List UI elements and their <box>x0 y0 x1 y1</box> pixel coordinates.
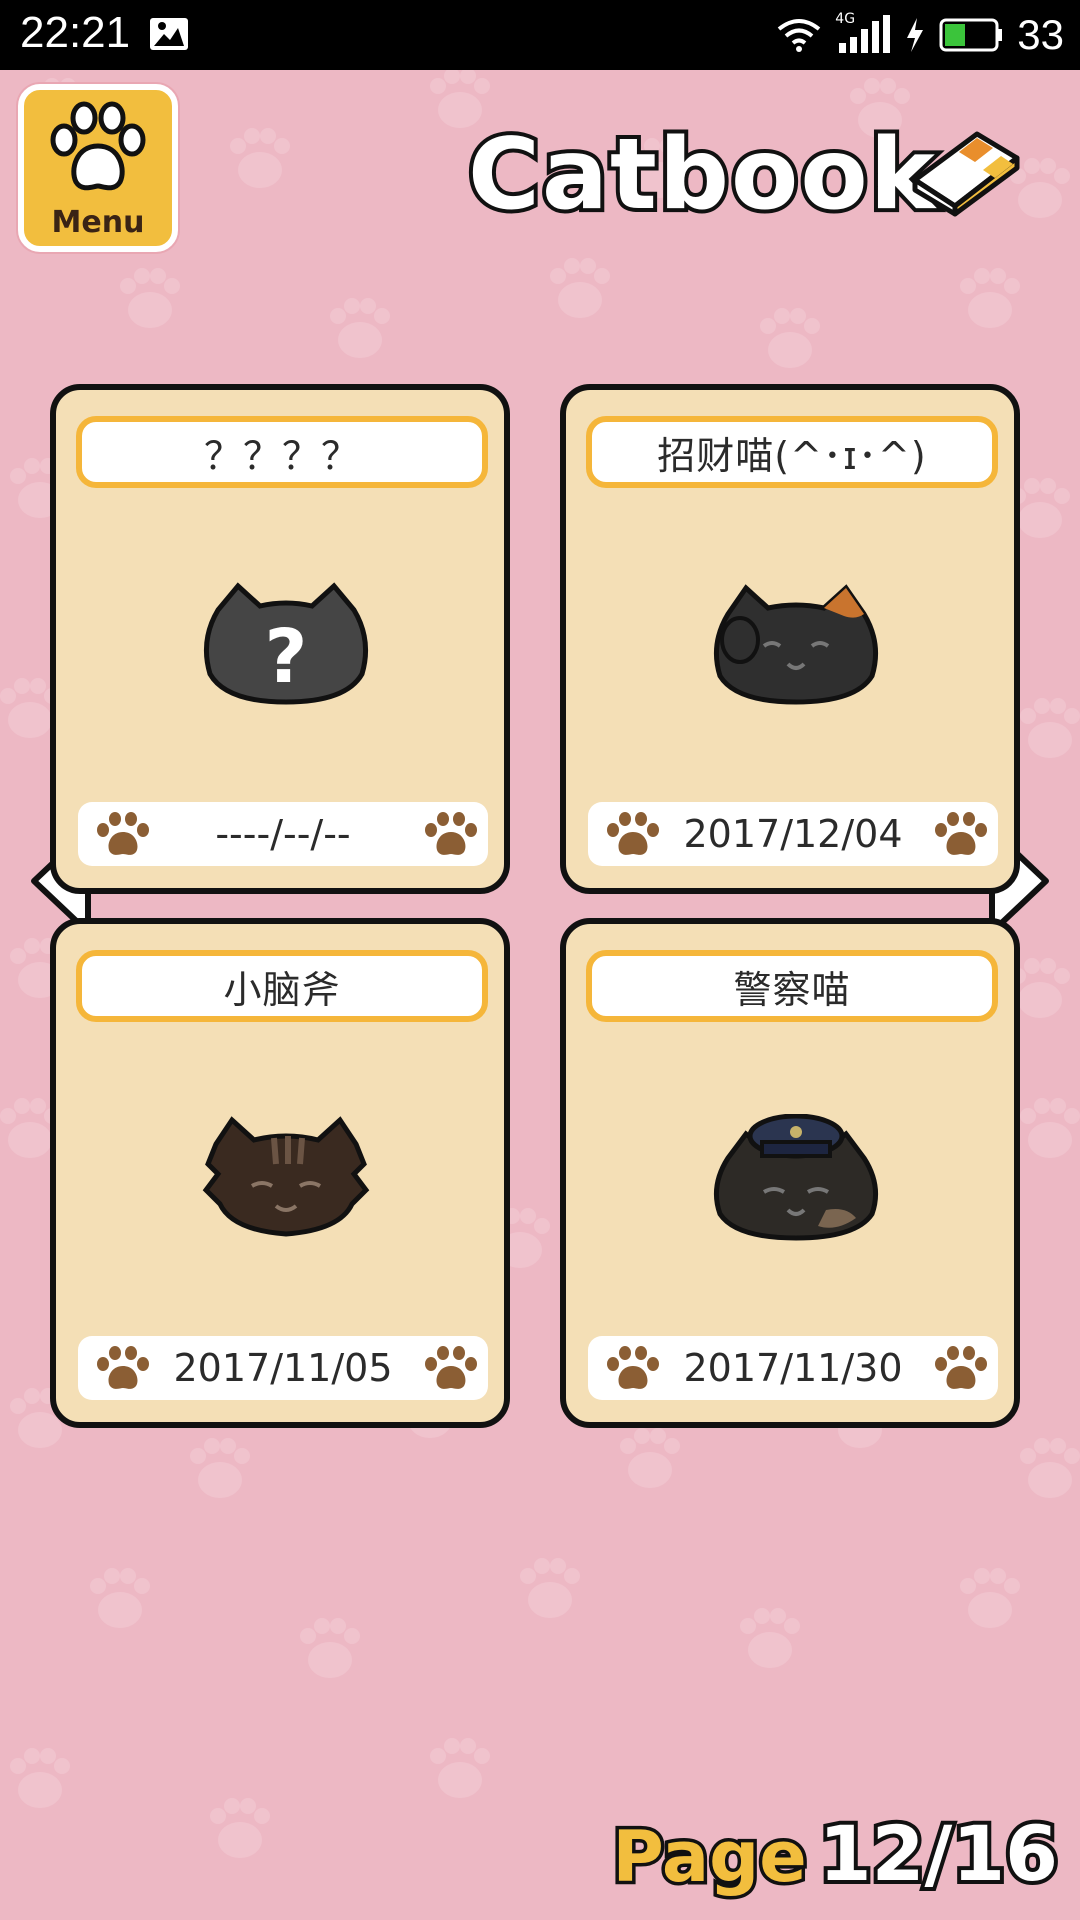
cat-date-text: 2017/11/30 <box>683 1346 903 1390</box>
cat-card-1[interactable]: ？？？？ ? ----/--/-- <box>50 384 510 894</box>
svg-text:?: ? <box>265 614 308 700</box>
cat-card-2[interactable]: 招财喵(^･ɪ･^) 2017/12/04 <box>560 384 1020 894</box>
cat-date-text: 2017/12/04 <box>683 812 903 856</box>
cat-date: 2017/11/30 <box>588 1336 998 1400</box>
wifi-icon <box>778 19 821 52</box>
paw-icon <box>604 1344 662 1392</box>
image-icon <box>150 18 188 50</box>
signal-indicator: 4G <box>835 11 891 55</box>
book-icon <box>912 131 1020 217</box>
paw-icon <box>422 810 480 858</box>
lucky-cat-icon <box>713 584 879 705</box>
page-title: Catbook <box>464 114 939 236</box>
paw-icon <box>932 810 990 858</box>
cat-date-text: ----/--/-- <box>215 812 351 856</box>
status-time: 22:21 <box>20 8 131 57</box>
page-number: 12/16 <box>815 1805 1062 1902</box>
police-cat-icon <box>713 1114 879 1241</box>
paw-icon <box>94 1344 152 1392</box>
cat-date: ----/--/-- <box>78 802 488 866</box>
battery-level: 33 <box>1017 11 1064 58</box>
tabby-cat-icon <box>202 1116 370 1237</box>
cat-card-4[interactable]: 警察喵 2017/11/30 <box>560 918 1020 1428</box>
menu-label: Menu <box>51 205 145 240</box>
cat-name: 招财喵(^･ɪ･^) <box>586 416 998 488</box>
paw-icon <box>932 1344 990 1392</box>
cat-card-3[interactable]: 小脑斧 2017/11/05 <box>50 918 510 1428</box>
signal-icon <box>839 15 891 53</box>
cat-name: 小脑斧 <box>76 950 488 1022</box>
paw-icon <box>50 101 146 191</box>
status-indicators: 4G 33 <box>777 8 1064 62</box>
battery-icon <box>939 18 1003 52</box>
paw-icon <box>422 1344 480 1392</box>
status-bar: 22:21 4G 33 <box>0 0 1080 70</box>
cat-date: 2017/12/04 <box>588 802 998 866</box>
cat-date: 2017/11/05 <box>78 1336 488 1400</box>
menu-button[interactable]: Menu <box>18 84 178 252</box>
unknown-cat-icon: ? <box>203 582 369 705</box>
page-label: Page <box>609 1813 810 1902</box>
cat-date-text: 2017/11/05 <box>173 1346 393 1390</box>
cat-name: ？？？？ <box>76 416 488 488</box>
cat-name: 警察喵 <box>586 950 998 1022</box>
charging-icon <box>907 18 924 52</box>
paw-icon <box>94 810 152 858</box>
page-indicator: Page 12/16 <box>609 1805 1062 1902</box>
paw-icon <box>604 810 662 858</box>
